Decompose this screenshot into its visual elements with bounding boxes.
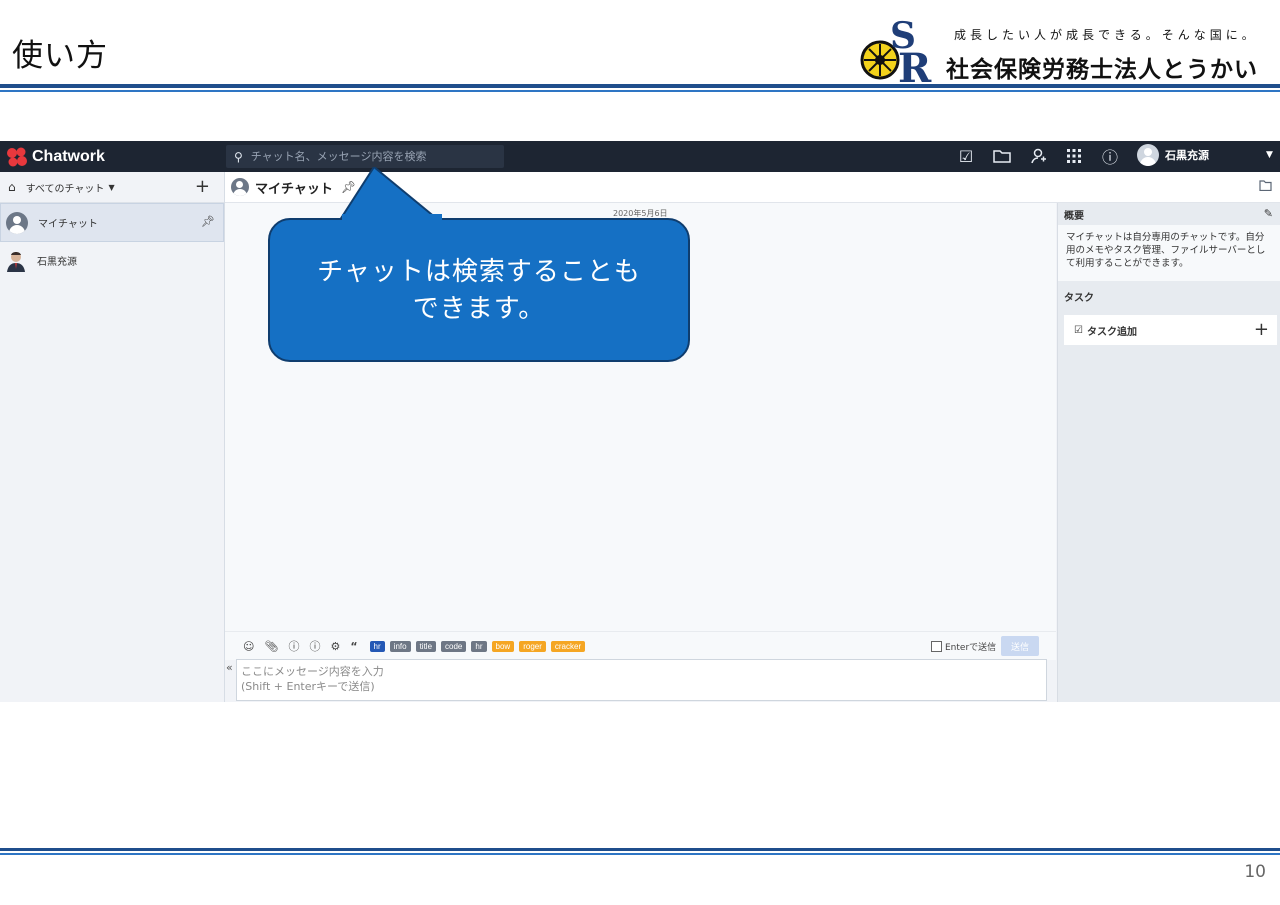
search-icon: ⚲	[234, 149, 243, 164]
user-name: 石黒充源	[1165, 149, 1209, 162]
room-name: 石黒充源	[37, 257, 77, 268]
enter-to-send-checkbox[interactable]	[931, 641, 942, 652]
tag-bow[interactable]: bow	[491, 640, 515, 652]
message-input[interactable]: ここにメッセージ内容を入力 (Shift + Enterキーで送信)	[236, 659, 1047, 701]
sr-emblem-icon: S R	[860, 20, 932, 84]
top-bar: Chatwork ⚲ ☑ ⓘ 石黒充	[0, 141, 1280, 172]
enter-to-send-label: Enterで送信	[945, 643, 997, 653]
chat-avatar	[231, 178, 249, 196]
user-menu[interactable]: 石黒充源	[1137, 144, 1209, 166]
sidebar-item-my-chat[interactable]: マイチャット 📌︎	[0, 203, 224, 242]
send-button[interactable]: 送信	[1001, 636, 1039, 656]
settings-gear-icon[interactable]: ⚙	[330, 640, 340, 653]
tag-hr-2[interactable]: hr	[471, 640, 487, 652]
task-checkbox-icon: ☑	[1074, 324, 1083, 336]
callout-line-2: できます。	[412, 294, 546, 324]
attach-icon[interactable]: 📎︎	[264, 640, 278, 653]
pin-icon[interactable]: 📌︎	[201, 215, 215, 228]
quote-icon[interactable]: “	[350, 640, 357, 653]
top-icons: ☑ ⓘ	[954, 145, 1134, 168]
header-divider	[0, 84, 1280, 88]
room-name: マイチャット	[38, 219, 98, 230]
chat-filter[interactable]: すべてのチャット	[26, 180, 105, 195]
overview-header: 概要 ✎	[1058, 203, 1280, 225]
user-avatar	[1137, 144, 1159, 166]
task-check-icon[interactable]: ☑	[954, 145, 978, 167]
page-number: 10	[1244, 862, 1266, 882]
tag-title[interactable]: title	[415, 640, 437, 652]
edit-pencil-icon[interactable]: ✎	[1264, 207, 1273, 220]
collapse-sidebar-icon[interactable]: «	[226, 661, 233, 674]
slide-title: 使い方	[12, 38, 108, 74]
overview-title: 概要	[1064, 210, 1084, 222]
tag-cracker[interactable]: cracker	[550, 640, 586, 652]
header-divider-accent	[0, 90, 1280, 92]
brand-name: Chatwork	[32, 148, 105, 165]
reply-icon[interactable]: ⓘ	[309, 638, 320, 654]
task-title: タスク	[1064, 292, 1094, 304]
message-placeholder: ここにメッセージ内容を入力 (Shift + Enterキーで送信)	[241, 665, 384, 693]
chat-title: マイチャット	[255, 181, 333, 197]
sidebar-header: ⌂ すべてのチャット ▼ +	[0, 172, 224, 203]
tag-code[interactable]: code	[441, 640, 467, 652]
home-icon[interactable]: ⌂	[8, 180, 16, 194]
tag-hr[interactable]: hr	[369, 640, 385, 652]
user-menu-caret-icon[interactable]: ▼	[1266, 150, 1273, 160]
my-chat-avatar	[6, 211, 28, 234]
overview-description: マイチャットは自分専用のチャットです。自分用のメモやタスク管理、ファイルサーバー…	[1058, 225, 1280, 281]
footer-divider	[0, 848, 1280, 851]
add-task-label: タスク追加	[1086, 326, 1137, 338]
sidebar-item-user[interactable]: 石黒充源	[0, 242, 224, 279]
search-box[interactable]: ⚲	[226, 145, 504, 168]
tag-info[interactable]: info	[389, 640, 411, 652]
annotation-callout: チャットは検索することも できます。	[268, 218, 690, 362]
emoji-icon[interactable]: ☺	[243, 640, 254, 653]
callout-pointer-seam	[342, 214, 442, 224]
composer-toolbar: ☺ 📎︎ ⓘ ⓘ ⚙ “ hr info title code hr bow r…	[225, 631, 1056, 660]
right-panel: 概要 ✎ マイチャットは自分専用のチャットです。自分用のメモやタスク管理、ファイ…	[1057, 203, 1280, 702]
company-logo: S R 成長したい人が成長できる。そんな国に。 社会保険労務士法人とうかい	[858, 14, 1278, 84]
chat-filter-caret-icon[interactable]: ▼	[108, 183, 114, 192]
add-task-plus-icon[interactable]: +	[1254, 319, 1269, 340]
brand[interactable]: Chatwork	[6, 146, 105, 168]
chatwork-logo-icon	[7, 147, 27, 167]
sidebar: ⌂ すべてのチャット ▼ + マイチャット 📌︎ 石黒充源	[0, 172, 225, 702]
add-task-button[interactable]: ☑ タスク追加 +	[1064, 315, 1277, 345]
to-icon[interactable]: ⓘ	[288, 638, 299, 654]
search-input[interactable]	[248, 149, 493, 164]
logo-tagline: 成長したい人が成長できる。そんな国に。	[954, 28, 1258, 42]
enter-to-send-toggle[interactable]: Enterで送信	[931, 640, 996, 653]
footer-divider-accent	[0, 853, 1280, 855]
logo-company-name: 社会保険労務士法人とうかい	[946, 56, 1258, 83]
tag-roger[interactable]: roger	[519, 640, 546, 652]
folder-icon[interactable]	[990, 145, 1014, 167]
task-header: タスク	[1058, 285, 1280, 307]
chat-files-icon[interactable]	[1259, 180, 1272, 194]
info-icon[interactable]: ⓘ	[1098, 145, 1122, 167]
user-photo-avatar	[5, 250, 27, 272]
svg-text:R: R	[898, 45, 932, 84]
apps-grid-icon[interactable]	[1062, 145, 1086, 167]
add-contact-icon[interactable]	[1026, 145, 1050, 167]
callout-line-1: チャットは検索することも	[317, 257, 641, 287]
add-chat-button[interactable]: +	[195, 176, 210, 197]
callout-text: チャットは検索することも できます。	[270, 254, 688, 328]
